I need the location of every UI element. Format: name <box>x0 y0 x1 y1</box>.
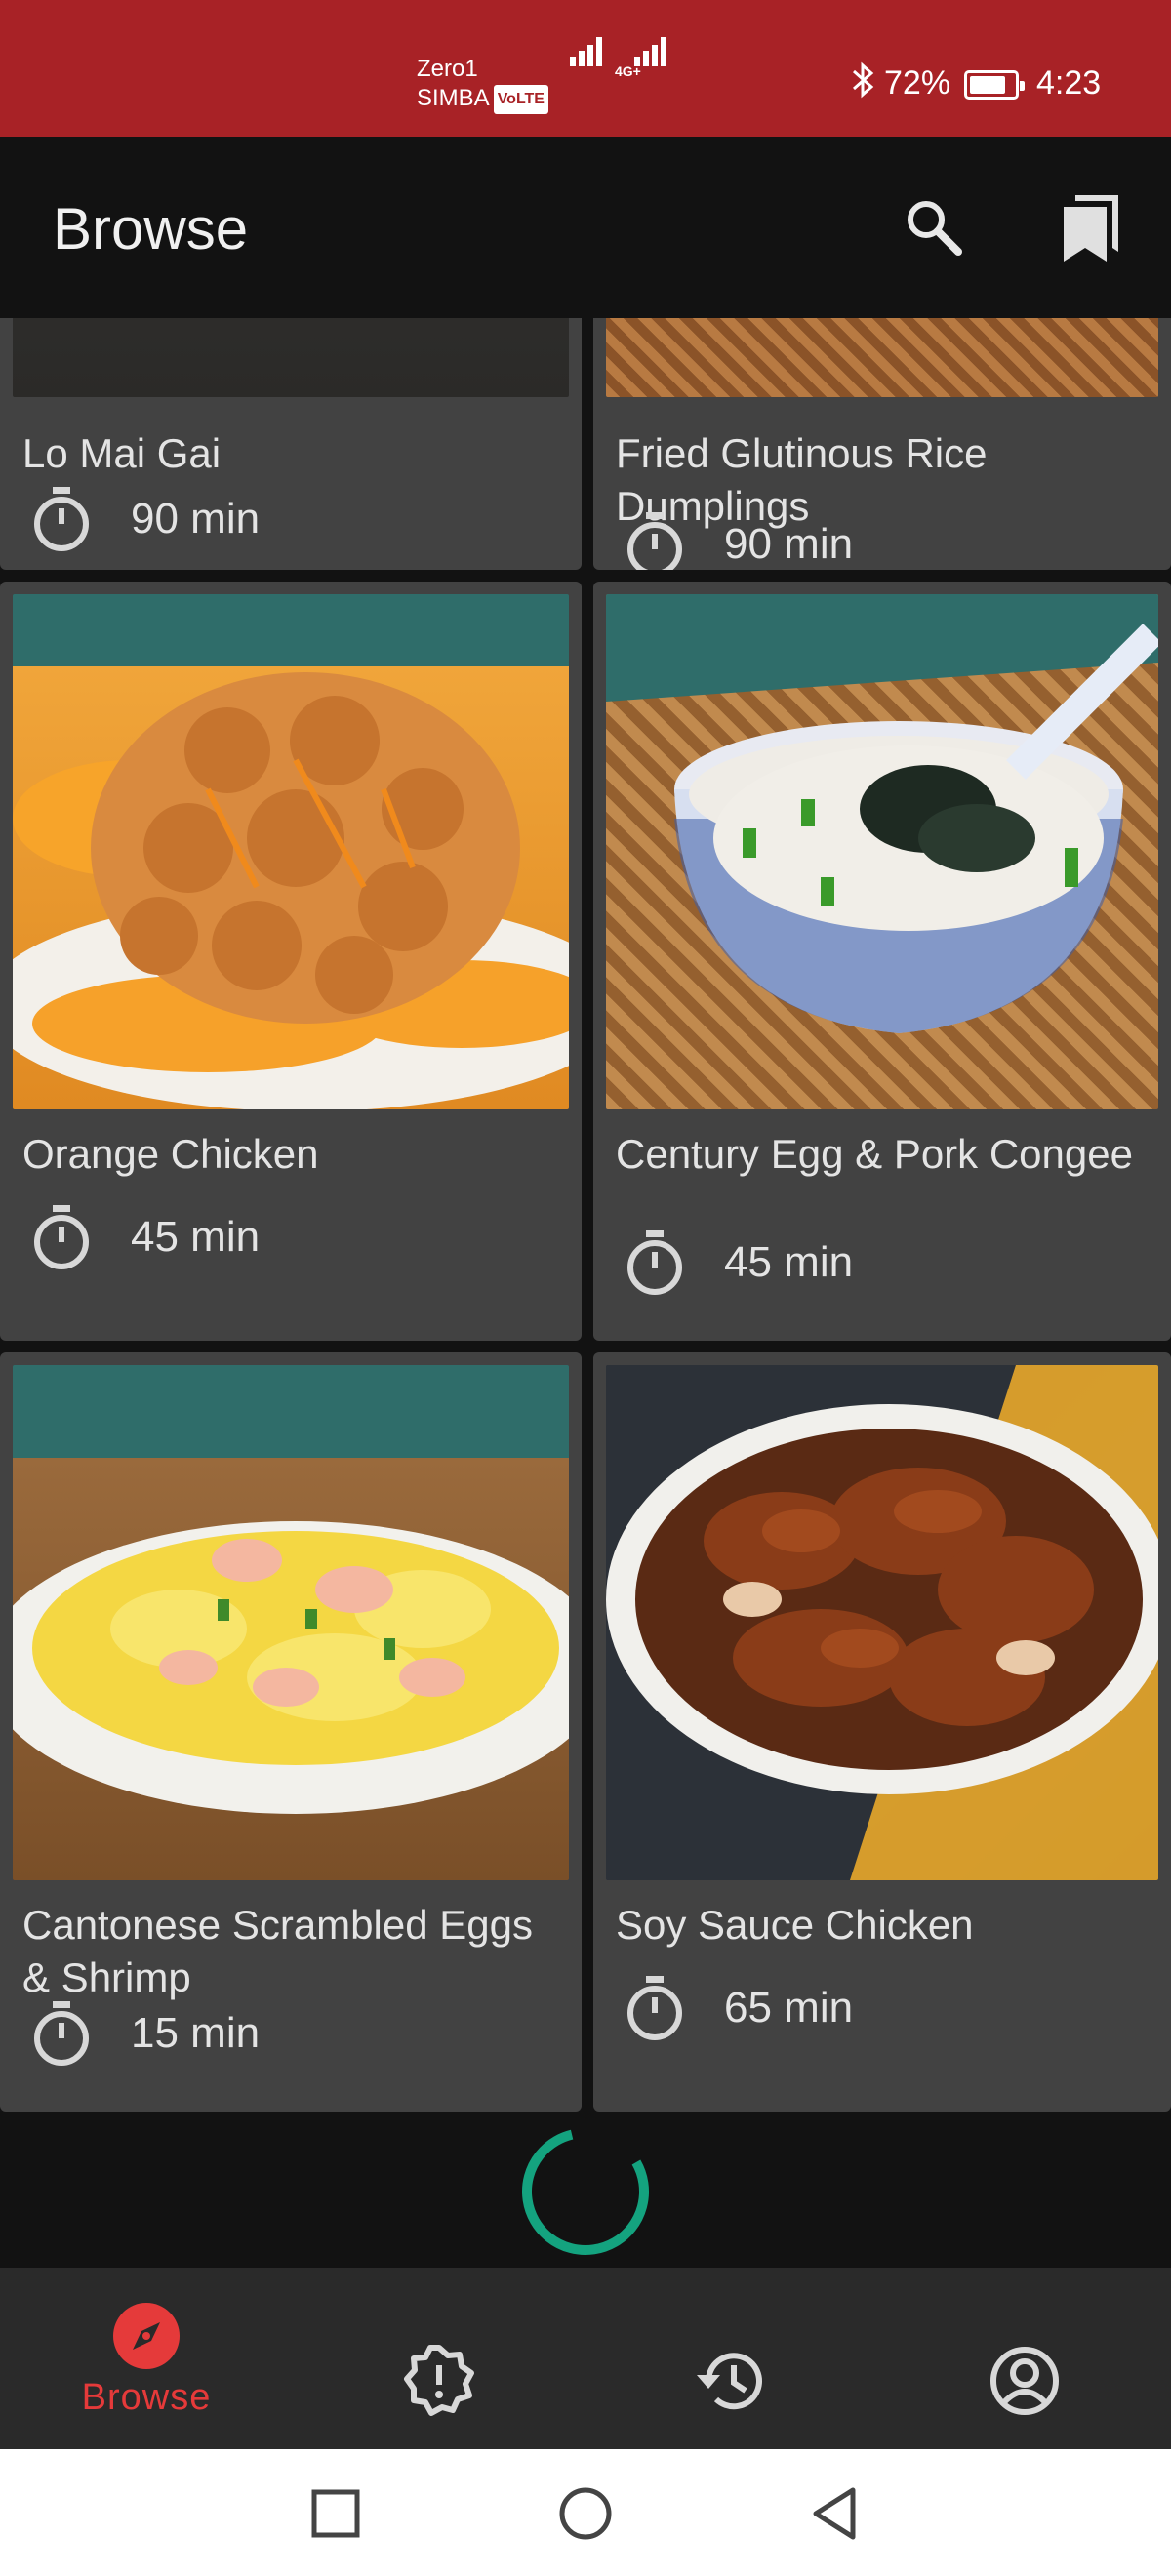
recipe-title: Cantonese Scrambled Eggs & Shrimp <box>22 1902 533 2000</box>
bookmarks-icon[interactable] <box>1058 191 1126 265</box>
recipe-grid: Lo Mai Gai 90 min Fried Glutinous Rice D… <box>0 318 1171 2112</box>
recipe-image <box>13 318 569 397</box>
recipe-title: Soy Sauce Chicken <box>616 1902 974 1948</box>
badge-alert-icon <box>404 2345 474 2416</box>
home-icon[interactable] <box>558 2486 613 2541</box>
nav-item-history[interactable] <box>683 2268 781 2449</box>
recipe-time: 65 min <box>623 1969 853 2047</box>
carrier-name-2: SIMBA <box>417 85 490 111</box>
recipe-time: 45 min <box>29 1198 260 1276</box>
timer-icon <box>34 2001 89 2066</box>
battery-icon <box>964 70 1025 100</box>
nav-item-browse[interactable]: Browse <box>59 2268 234 2449</box>
recipe-time-label: 65 min <box>724 1984 854 2032</box>
timer-icon <box>34 1205 89 1269</box>
recipe-image <box>606 594 1158 1109</box>
nav-label-browse: Browse <box>81 2377 212 2418</box>
loading-spinner <box>517 2123 654 2260</box>
recipe-time: 90 min <box>29 480 260 558</box>
recents-icon[interactable] <box>310 2488 361 2539</box>
account-icon <box>990 2347 1059 2415</box>
recipe-image <box>606 318 1158 397</box>
timer-icon <box>627 512 682 570</box>
recipe-card[interactable]: Lo Mai Gai 90 min <box>0 318 582 570</box>
recipe-image <box>606 1365 1158 1880</box>
recipe-card[interactable]: Orange Chicken 45 min <box>0 582 582 1341</box>
recipe-time-label: 90 min <box>724 520 854 568</box>
bluetooth-icon <box>851 60 876 108</box>
recipe-card[interactable]: Fried Glutinous Rice Dumplings 90 min <box>593 318 1171 570</box>
recipe-card[interactable]: Soy Sauce Chicken 65 min <box>593 1352 1171 2112</box>
timer-icon <box>34 487 89 551</box>
app-bar: Browse <box>0 137 1171 318</box>
system-navigation-bar <box>0 2449 1171 2576</box>
recipe-title: Lo Mai Gai <box>22 430 222 476</box>
recipe-card[interactable]: Cantonese Scrambled Eggs & Shrimp 15 min <box>0 1352 582 2112</box>
page-title: Browse <box>53 196 249 262</box>
recipe-image <box>13 594 569 1109</box>
volte-badge: VoLTE <box>493 84 548 114</box>
recipe-title: Orange Chicken <box>22 1131 319 1177</box>
recipe-time-label: 15 min <box>131 2009 261 2057</box>
recipe-time-label: 45 min <box>131 1213 261 1261</box>
carrier-info: Zero1 SIMBA VoLTE <box>417 55 548 114</box>
recipe-time: 45 min <box>623 1224 853 1302</box>
nav-item-updates[interactable] <box>390 2268 488 2449</box>
recipe-image <box>13 1365 569 1880</box>
recipe-time: 15 min <box>29 1994 260 2073</box>
history-icon <box>697 2353 762 2410</box>
clock: 4:23 <box>1036 64 1102 101</box>
battery-percent: 72% <box>884 64 951 101</box>
network-type: 4G+ <box>615 63 641 79</box>
recipe-title: Century Egg & Pork Congee <box>616 1131 1133 1177</box>
timer-icon <box>627 1230 682 1295</box>
recipe-card[interactable]: Century Egg & Pork Congee 45 min <box>593 582 1171 1341</box>
timer-icon <box>627 1976 682 2040</box>
nav-item-account[interactable] <box>976 2268 1073 2449</box>
carrier-name: Zero1 <box>417 56 478 82</box>
recipe-time-label: 90 min <box>131 495 261 543</box>
recipe-time-label: 45 min <box>724 1238 854 1286</box>
recipe-time: 90 min <box>623 505 853 570</box>
status-bar: Zero1 SIMBA VoLTE 4G+ 72% 4:23 <box>0 0 1171 137</box>
search-icon[interactable] <box>902 195 964 258</box>
bottom-navigation: Browse <box>0 2268 1171 2449</box>
back-icon[interactable] <box>810 2486 861 2541</box>
compass-icon <box>113 2303 180 2369</box>
